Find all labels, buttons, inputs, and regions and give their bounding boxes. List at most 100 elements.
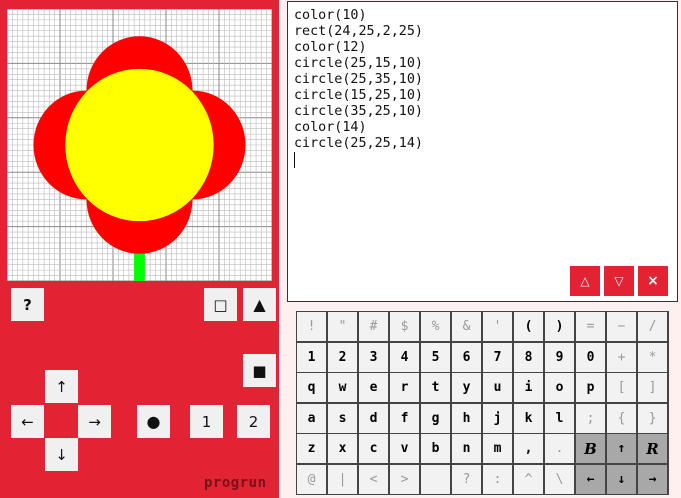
key-2-6[interactable]: 6: [452, 342, 481, 372]
key-3-6[interactable]: y: [452, 373, 481, 402]
key-6-6[interactable]: ?: [452, 464, 481, 494]
key-3-7[interactable]: u: [483, 373, 512, 402]
dpad-right-button[interactable]: →: [78, 405, 111, 438]
key-5-4[interactable]: v: [390, 434, 419, 463]
key-4-6[interactable]: h: [452, 403, 481, 433]
key-1-6[interactable]: &: [452, 312, 481, 341]
key-6-12[interactable]: →: [638, 464, 667, 494]
key-4-10[interactable]: ;: [576, 403, 605, 433]
circle-button[interactable]: ●: [137, 405, 170, 438]
square-outline-icon: □: [213, 295, 228, 314]
key-5-5[interactable]: b: [421, 434, 450, 463]
key-2-8[interactable]: 8: [514, 342, 543, 372]
key-4-3[interactable]: d: [359, 403, 388, 433]
dpad-up-button[interactable]: ↑: [45, 370, 78, 403]
key-3-1[interactable]: q: [297, 373, 326, 402]
key-1-4[interactable]: $: [390, 312, 419, 341]
key-4-4[interactable]: f: [390, 403, 419, 433]
key-1-3[interactable]: #: [359, 312, 388, 341]
key-1-10[interactable]: =: [576, 312, 605, 341]
key-6-3[interactable]: <: [359, 464, 388, 494]
key-3-5[interactable]: t: [421, 373, 450, 402]
key-1-8[interactable]: (: [514, 312, 543, 341]
arrow-left-icon: ←: [21, 412, 34, 431]
key-6-10[interactable]: ←: [576, 464, 605, 494]
key-5-10[interactable]: B: [576, 434, 605, 463]
key-4-12[interactable]: }: [638, 403, 667, 433]
key-5-11[interactable]: ↑: [607, 434, 636, 463]
key-4-5[interactable]: g: [421, 403, 450, 433]
key-space[interactable]: [421, 464, 450, 494]
key-2-1[interactable]: 1: [297, 342, 326, 372]
square-outline-button[interactable]: □: [204, 288, 237, 321]
key-3-11[interactable]: [: [607, 373, 636, 402]
help-button[interactable]: ?: [11, 288, 44, 321]
dpad-down-button[interactable]: ↓: [45, 438, 78, 471]
key-3-4[interactable]: r: [390, 373, 419, 402]
key-4-8[interactable]: k: [514, 403, 543, 433]
key-3-8[interactable]: i: [514, 373, 543, 402]
triangle-button[interactable]: ▲: [243, 288, 276, 321]
key-1-2[interactable]: ": [328, 312, 357, 341]
code-editor[interactable]: color(10) rect(24,25,2,25) color(12) circle…: [287, 1, 678, 302]
key-5-2[interactable]: x: [328, 434, 357, 463]
app-root: ? □ ▲ ■ ↑ ← → ↓ ● 1 2 progrun color(10) r…: [0, 0, 681, 498]
key-3-12[interactable]: ]: [638, 373, 667, 402]
key-2-4[interactable]: 4: [390, 342, 419, 372]
code-line: circle(15,25,10): [294, 88, 423, 103]
two-button-label: 2: [248, 412, 259, 431]
code-line: circle(25,15,10): [294, 56, 423, 71]
key-3-9[interactable]: o: [545, 373, 574, 402]
key-6-11[interactable]: ↓: [607, 464, 636, 494]
key-5-3[interactable]: c: [359, 434, 388, 463]
key-2-7[interactable]: 7: [483, 342, 512, 372]
code-line: rect(24,25,2,25): [294, 24, 423, 39]
key-5-12[interactable]: R: [638, 434, 667, 463]
key-4-7[interactable]: j: [483, 403, 512, 433]
arrow-down-icon: ↓: [55, 445, 68, 464]
key-1-5[interactable]: %: [421, 312, 450, 341]
key-2-5[interactable]: 5: [421, 342, 450, 372]
key-1-9[interactable]: ): [545, 312, 574, 341]
on-screen-keyboard: ! " # $% & '() = −/ 1 2 3 4 5 6 7 8 9 0 + * q w e r t y u i o p[] a s d f…: [296, 311, 669, 495]
circle-icon: ●: [146, 412, 161, 431]
key-6-7[interactable]: :: [483, 464, 512, 494]
key-6-2[interactable]: |: [328, 464, 357, 494]
one-button-label: 1: [201, 412, 212, 431]
key-2-3[interactable]: 3: [359, 342, 388, 372]
key-3-3[interactable]: e: [359, 373, 388, 402]
key-5-7[interactable]: m: [483, 434, 512, 463]
key-2-11[interactable]: +: [607, 342, 636, 372]
key-6-8[interactable]: ^: [514, 464, 543, 494]
key-2-9[interactable]: 9: [545, 342, 574, 372]
key-3-10[interactable]: p: [576, 373, 605, 402]
key-4-2[interactable]: s: [328, 403, 357, 433]
key-1-1[interactable]: !: [297, 312, 326, 341]
key-1-11[interactable]: −: [607, 312, 636, 341]
key-6-4[interactable]: >: [390, 464, 419, 494]
key-5-8[interactable]: ,: [514, 434, 543, 463]
square-filled-button[interactable]: ■: [243, 354, 276, 387]
key-5-6[interactable]: n: [452, 434, 481, 463]
move-up-button[interactable]: △: [570, 266, 600, 296]
one-button[interactable]: 1: [190, 405, 223, 438]
key-4-1[interactable]: a: [297, 403, 326, 433]
two-button[interactable]: 2: [237, 405, 270, 438]
move-down-button[interactable]: ▽: [604, 266, 634, 296]
key-6-9[interactable]: \: [545, 464, 574, 494]
key-1-12[interactable]: /: [638, 312, 667, 341]
drawing-screen[interactable]: [7, 9, 272, 281]
key-5-1[interactable]: z: [297, 434, 326, 463]
key-2-2[interactable]: 2: [328, 342, 357, 372]
key-4-9[interactable]: l: [545, 403, 574, 433]
key-2-12[interactable]: *: [638, 342, 667, 372]
key-4-11[interactable]: {: [607, 403, 636, 433]
delete-button[interactable]: ×: [638, 266, 668, 296]
close-icon: ×: [647, 273, 659, 289]
key-5-9[interactable]: .: [545, 434, 574, 463]
dpad-left-button[interactable]: ←: [11, 405, 44, 438]
key-3-2[interactable]: w: [328, 373, 357, 402]
key-6-1[interactable]: @: [297, 464, 326, 494]
key-1-7[interactable]: ': [483, 312, 512, 341]
key-2-10[interactable]: 0: [576, 342, 605, 372]
